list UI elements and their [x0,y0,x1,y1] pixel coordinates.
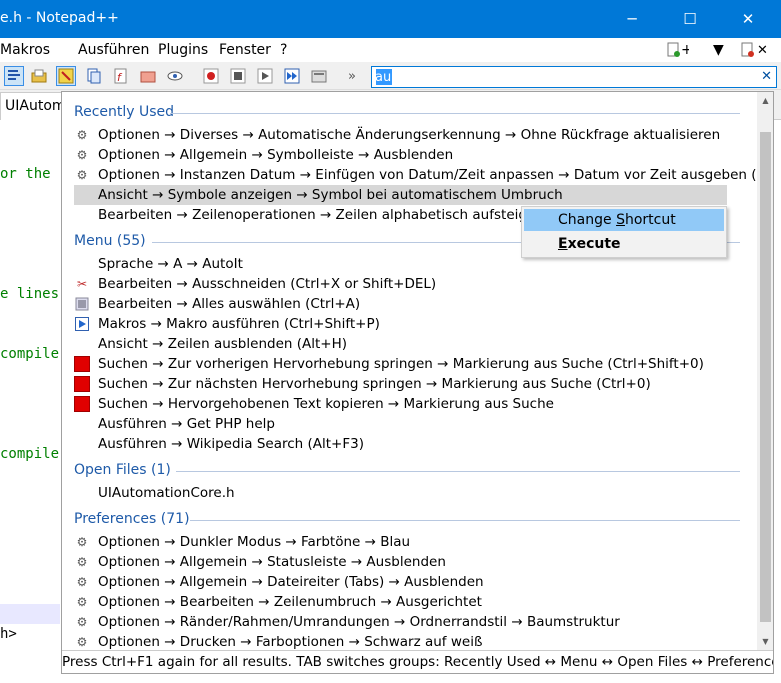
command-palette-popup: Recently Used ⚙ Optionen → Diverses → Au… [61,91,774,674]
code-line: h> [0,626,17,642]
editor-area[interactable]: or the e lines compile compile h> [0,120,60,683]
wrap-icon[interactable] [4,66,24,86]
menu-fenster[interactable]: Fenster [219,42,271,58]
list-item[interactable]: UIAutomationCore.h [74,483,756,503]
list-item[interactable]: ⚙ Optionen → Dunkler Modus → Farbtöne → … [74,532,756,552]
list-item[interactable]: Suchen → Zur vorherigen Hervorhebung spr… [74,354,756,374]
list-item[interactable]: ⚙ Optionen → Drucken → Farboptionen → Sc… [74,632,756,650]
list-item[interactable]: ⚙ Optionen → Allgemein → Symbolleiste → … [74,145,756,165]
gear-icon: ⚙ [76,635,88,649]
code-line: compile [0,446,60,462]
indent-guide-icon[interactable] [56,66,76,86]
red-square-icon [74,376,90,392]
save-macro-icon[interactable] [309,66,329,86]
new-doc-icon: + [667,42,693,58]
list-item[interactable]: Ansicht → Zeilen ausblenden (Alt+H) [74,334,756,354]
menu-bar: Makros Ausführen Plugins Fenster ? + ▼ ✕ [0,38,781,62]
tab-list-dropdown[interactable]: ▼ [713,42,724,58]
code-line: or the [0,166,51,182]
group-divider [170,113,740,114]
group-header-recently-used: Recently Used [74,104,175,120]
close-document-button[interactable]: ✕ [741,40,771,62]
gear-icon: ⚙ [76,535,88,549]
list-item[interactable]: Suchen → Zur nächsten Hervorhebung sprin… [74,374,756,394]
code-line: e lines [0,286,60,302]
document-map-icon[interactable] [84,66,104,86]
play-icon [74,316,90,332]
svg-text:✕: ✕ [757,43,768,58]
command-search-input[interactable] [375,69,755,85]
title-bar: e.h - Notepad++ ─ ☐ ✕ [0,0,781,38]
stop-macro-icon[interactable] [228,66,248,86]
clear-search-icon[interactable]: ✕ [761,69,772,84]
palette-status-text: Press Ctrl+F1 again for all results. TAB… [62,650,773,673]
gear-icon: ⚙ [76,595,88,609]
gear-icon: ⚙ [76,615,88,629]
current-line-highlight [0,604,60,624]
group-header-open-files: Open Files (1) [74,462,171,478]
scrollbar-thumb[interactable] [760,132,771,622]
tab-document[interactable]: UIAutomationCore.h [0,92,66,120]
scissors-icon: ✂ [76,277,88,291]
list-item[interactable]: Bearbeiten → Alles auswählen (Ctrl+A) [74,294,756,314]
group-header-preferences: Preferences (71) [74,511,190,527]
context-menu: Change Shortcut Execute [521,206,727,258]
menu-makros[interactable]: Makros [0,42,50,58]
command-list: Recently Used ⚙ Optionen → Diverses → Au… [62,92,757,650]
list-item[interactable]: ⚙ Optionen → Allgemein → Dateireiter (Ta… [74,572,756,592]
context-item-change-shortcut[interactable]: Change Shortcut [524,209,724,231]
play-macro-icon[interactable] [255,66,275,86]
scroll-up-arrow-icon[interactable]: ▲ [757,92,773,109]
list-item[interactable]: Makros → Makro ausführen (Ctrl+Shift+P) [74,314,756,334]
command-search-box[interactable]: ✕ [371,66,777,88]
gear-icon: ⚙ [76,148,88,162]
gear-icon: ⚙ [76,555,88,569]
list-item[interactable]: Ausführen → Wikipedia Search (Alt+F3) [74,434,756,454]
list-item[interactable]: ⚙ Optionen → Bearbeiten → Zeilenumbruch … [74,592,756,612]
list-item[interactable]: ⚙ Optionen → Diverses → Automatische Änd… [74,125,756,145]
window-title: e.h - Notepad++ [0,10,119,26]
gear-icon: ⚙ [76,168,88,182]
toolbar-overflow[interactable]: » [342,66,362,86]
list-item[interactable]: ⚙ Optionen → Allgemein → Statusleiste → … [74,552,756,572]
monitor-eye-icon[interactable] [165,66,185,86]
group-divider [190,520,740,521]
gear-icon: ⚙ [76,575,88,589]
scroll-down-arrow-icon[interactable]: ▼ [757,633,773,650]
menu-ausfuehren[interactable]: Ausführen [78,42,149,58]
menu-plugins[interactable]: Plugins [158,42,208,58]
record-macro-icon[interactable] [201,66,221,86]
red-square-icon [74,356,90,372]
code-line: compile [0,346,60,362]
red-square-icon [74,396,90,412]
svg-text:+: + [681,42,689,58]
group-header-menu: Menu (55) [74,233,146,249]
close-doc-icon: ✕ [741,42,768,58]
list-item[interactable]: Ausführen → Get PHP help [74,414,756,434]
select-all-icon [74,296,90,312]
close-button[interactable]: ✕ [725,0,771,38]
menu-help[interactable]: ? [280,42,287,58]
run-macro-multiple-icon[interactable] [282,66,302,86]
list-item[interactable]: ⚙ Optionen → Ränder/Rahmen/Umrandungen →… [74,612,756,632]
group-divider [176,471,740,472]
gear-icon: ⚙ [76,128,88,142]
minimize-button[interactable]: ─ [609,0,655,38]
list-item[interactable]: ⚙ Optionen → Instanzen Datum → Einfügen … [74,165,756,185]
context-item-execute[interactable]: Execute [524,233,724,255]
folder-note-icon[interactable] [29,66,49,86]
list-item-selected[interactable]: Ansicht → Symbole anzeigen → Symbol bei … [74,185,727,205]
function-list-icon[interactable]: f [111,66,131,86]
list-item[interactable]: Suchen → Hervorgehobenen Text kopieren →… [74,394,756,414]
folder-workspace-icon[interactable] [138,66,158,86]
maximize-button[interactable]: ☐ [667,0,713,38]
list-scrollbar[interactable]: ▲ ▼ [757,92,773,650]
list-item[interactable]: ✂ Bearbeiten → Ausschneiden (Ctrl+X or S… [74,274,756,294]
new-document-button[interactable]: + [667,40,693,62]
